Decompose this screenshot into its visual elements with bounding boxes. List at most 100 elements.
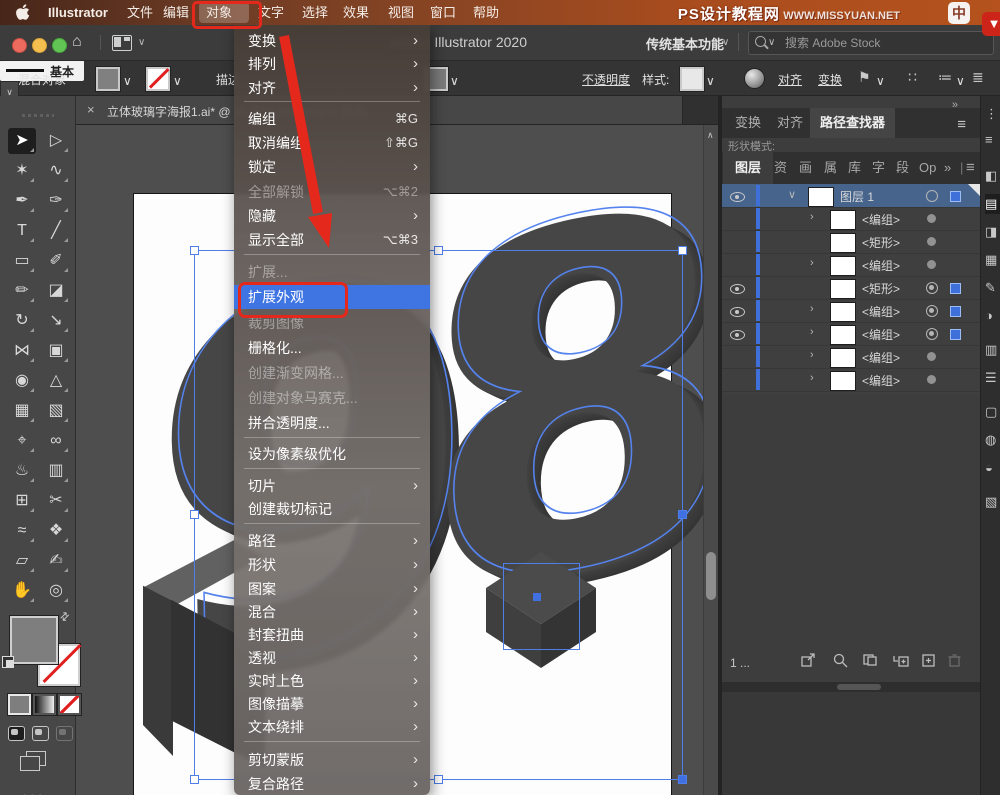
shaper-tool-icon[interactable]: ✏ [8, 278, 36, 304]
scale-tool-icon[interactable]: ↘ [42, 308, 70, 334]
chevron-down-icon[interactable]: ∨ [123, 74, 132, 88]
dock-panel-icon[interactable]: ▧ [985, 492, 1000, 512]
zoom-tool-icon[interactable]: ◎ [42, 578, 70, 604]
tab-align[interactable]: 对齐 [777, 108, 803, 138]
paintbrush-tool-icon[interactable]: ✐ [42, 248, 70, 274]
draw-normal-mode-button[interactable] [8, 726, 25, 741]
crop-image-tool-icon[interactable]: ▱ [8, 548, 36, 574]
menu-item-perspective[interactable]: 透视› [234, 646, 430, 670]
rotate-tool-icon[interactable]: ↻ [8, 308, 36, 334]
menu-item-shape[interactable]: 形状› [234, 553, 430, 577]
visibility-eye-icon[interactable] [730, 330, 745, 340]
eraser-tool-icon[interactable]: ◪ [42, 278, 70, 304]
draw-behind-mode-button[interactable] [32, 726, 49, 741]
layer-thumbnail[interactable] [830, 348, 856, 368]
layer-name[interactable]: <编组> [862, 257, 900, 274]
home-icon[interactable]: ⌂ [72, 33, 82, 51]
panel-resize-notch[interactable] [968, 184, 980, 196]
expand-closed-icon[interactable]: › [810, 257, 814, 269]
width-tool-icon[interactable]: ⋈ [8, 338, 36, 364]
bbox-handle-nw[interactable] [190, 246, 199, 255]
layer-thumbnail[interactable] [830, 325, 856, 345]
chevron-down-icon[interactable]: ∨ [173, 74, 182, 88]
new-sublayer-icon[interactable] [892, 652, 910, 668]
menu-item-clipping-mask[interactable]: 剪切蒙版› [234, 748, 430, 772]
layer-thumbnail[interactable] [830, 256, 856, 276]
chevron-down-icon[interactable]: ∨ [768, 37, 775, 48]
tab-overflow-icon[interactable]: » [944, 152, 951, 184]
make-clipping-mask-icon[interactable] [862, 652, 880, 668]
swap-fill-stroke-icon[interactable]: ⇄ [57, 609, 73, 625]
shape-builder-tool-icon[interactable]: ◉ [8, 368, 36, 394]
recolor-artwork-icon[interactable] [744, 68, 765, 89]
warp-tool-icon[interactable]: ≈ [8, 518, 36, 544]
opacity-link[interactable]: 不透明度 [582, 71, 630, 88]
tab-layers[interactable]: 图层 [723, 152, 773, 184]
chevron-down-icon[interactable]: ∨ [956, 74, 965, 88]
dock-panel-icon[interactable]: ▥ [985, 340, 1000, 360]
target-icon[interactable] [927, 214, 936, 223]
target-circle-icon[interactable] [926, 190, 938, 202]
control-panel-menu-icon[interactable]: ≣ [972, 69, 984, 86]
screen-mode-button[interactable] [26, 751, 46, 766]
cube-selection-center-handle[interactable] [533, 593, 541, 601]
target-circle-icon[interactable] [926, 305, 938, 317]
menu-item-path[interactable]: 路径› [234, 529, 430, 553]
arrange-documents-icon[interactable]: ⚑ [858, 69, 871, 86]
stroke-color-control[interactable] [146, 67, 170, 91]
scrollbar-thumb[interactable] [837, 684, 881, 690]
puppet-warp-tool-icon[interactable]: ❖ [42, 518, 70, 544]
expand-closed-icon[interactable]: › [810, 303, 814, 315]
layer-row-group[interactable]: › <编组> [722, 322, 980, 346]
layer-name[interactable]: <矩形> [862, 280, 900, 297]
collect-for-export-icon[interactable] [800, 652, 818, 668]
mesh-tool-icon[interactable]: ▦ [8, 398, 36, 424]
tab-paragraph[interactable]: 段 [896, 152, 909, 184]
dock-panel-icon[interactable]: ☰ [985, 368, 1000, 388]
close-window-button[interactable] [12, 38, 27, 53]
layers-panel-scrollbar[interactable] [722, 682, 980, 692]
layer-name[interactable]: 图层 1 [840, 188, 874, 205]
menubar-item-window[interactable]: 窗口 [430, 0, 456, 25]
layer-row-layer1[interactable]: ∨ 图层 1 [722, 184, 980, 208]
fill-color-swatch[interactable] [10, 616, 58, 664]
menubar-item-view[interactable]: 视图 [388, 0, 414, 25]
menu-item-group[interactable]: 编组⌘G [234, 107, 430, 131]
selection-indicator[interactable] [950, 306, 961, 317]
menu-item-flatten-transparency[interactable]: 拼合透明度... [234, 411, 430, 435]
draw-inside-mode-button[interactable] [56, 726, 73, 741]
tab-properties[interactable]: 属 [824, 152, 837, 184]
menu-item-lock[interactable]: 锁定› [234, 155, 430, 179]
new-layer-icon[interactable] [920, 652, 938, 668]
menu-item-text-wrap[interactable]: 文本绕排› [234, 715, 430, 739]
menu-item-create-trim-marks[interactable]: 创建裁切标记 [234, 497, 430, 521]
dock-panel-icon[interactable]: ▢ [985, 402, 1000, 422]
target-icon[interactable] [927, 260, 936, 269]
dock-panel-icon[interactable]: ◨ [985, 222, 1000, 242]
selection-indicator[interactable] [950, 283, 961, 294]
tab-artboards[interactable]: 画 [799, 152, 812, 184]
target-icon[interactable] [927, 237, 936, 246]
selection-indicator[interactable] [950, 191, 961, 202]
minimize-window-button[interactable] [32, 38, 47, 53]
layer-row-rect[interactable]: <矩形> [722, 230, 980, 254]
layer-row-group[interactable]: › <编组> [722, 345, 980, 369]
curvature-tool-icon[interactable]: ✑ [42, 188, 70, 214]
layer-thumbnail[interactable] [808, 187, 834, 207]
menu-item-slice[interactable]: 切片› [234, 474, 430, 498]
fill-color-control[interactable] [96, 67, 120, 91]
locate-object-icon[interactable] [832, 652, 850, 668]
layer-row-group[interactable]: › <编组> [722, 368, 980, 392]
tab-opentype[interactable]: Op [919, 152, 936, 184]
layer-thumbnail[interactable] [830, 210, 856, 230]
chevron-down-icon[interactable]: ∨ [706, 74, 715, 88]
tab-character[interactable]: 字 [872, 152, 885, 184]
tab-libraries[interactable]: 库 [848, 152, 861, 184]
expand-closed-icon[interactable]: › [810, 326, 814, 338]
menu-item-arrange[interactable]: 排列› [234, 52, 430, 76]
layer-row-group[interactable]: › <编组> [722, 253, 980, 277]
dock-panel-icon[interactable]: ▦ [985, 250, 1000, 270]
delete-layer-icon[interactable] [946, 652, 964, 668]
visibility-eye-icon[interactable] [730, 284, 745, 294]
menubar-item-select[interactable]: 选择 [302, 0, 328, 25]
